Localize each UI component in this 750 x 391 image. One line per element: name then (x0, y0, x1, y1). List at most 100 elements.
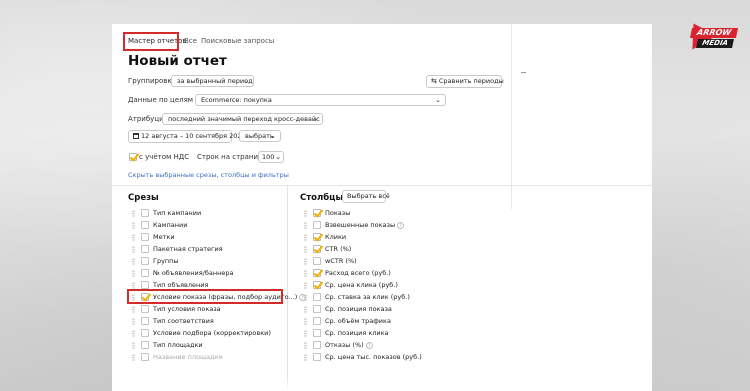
drag-handle-icon[interactable] (132, 282, 135, 289)
column-row[interactable]: Показы (304, 208, 454, 220)
slice-checkbox[interactable] (141, 233, 149, 241)
vat-checkbox[interactable] (129, 153, 137, 161)
column-row[interactable]: Ср. позиция клика (304, 328, 454, 340)
slice-row[interactable]: Тип площадки (132, 340, 282, 352)
drag-handle-icon[interactable] (304, 282, 307, 289)
column-checkbox[interactable] (313, 353, 321, 361)
slice-row[interactable]: Кампании (132, 220, 282, 232)
drag-handle-icon[interactable] (132, 210, 135, 217)
slice-checkbox[interactable] (141, 353, 149, 361)
column-checkbox[interactable] (313, 293, 321, 301)
column-checkbox[interactable] (313, 281, 321, 289)
slice-checkbox[interactable] (141, 257, 149, 265)
column-checkbox[interactable] (313, 209, 321, 217)
drag-handle-icon[interactable] (304, 234, 307, 241)
slice-checkbox[interactable] (141, 305, 149, 313)
tab-highlight-frame (123, 32, 179, 51)
drag-handle-icon[interactable] (304, 222, 307, 229)
drag-handle-icon[interactable] (304, 354, 307, 361)
drag-handle-icon[interactable] (132, 330, 135, 337)
column-divider (287, 186, 288, 391)
compare-icon: ⇆ (431, 77, 437, 85)
drag-handle-icon[interactable] (132, 246, 135, 253)
slice-row[interactable]: Тип соответствия (132, 316, 282, 328)
help-icon[interactable]: ? (397, 222, 405, 229)
slice-checkbox[interactable] (141, 209, 149, 217)
drag-handle-icon[interactable] (304, 342, 307, 349)
bottom-fade (112, 377, 652, 391)
goals-select[interactable]: Ecommerce: покупка ⌄ (195, 94, 446, 106)
column-row[interactable]: Взвешенные показы? (304, 220, 454, 232)
drag-handle-icon[interactable] (132, 234, 135, 241)
column-checkbox[interactable] (313, 329, 321, 337)
column-checkbox[interactable] (313, 257, 321, 265)
column-checkbox[interactable] (313, 341, 321, 349)
hide-selected-link[interactable]: Скрыть выбранные срезы, столбцы и фильтр… (128, 171, 289, 180)
drag-handle-icon[interactable] (304, 246, 307, 253)
drag-handle-icon[interactable] (132, 222, 135, 229)
compare-periods-button[interactable]: ⇆ Сравнить периоды (426, 75, 504, 88)
slice-checkbox[interactable] (141, 281, 149, 289)
column-row[interactable]: CTR (%) (304, 244, 454, 256)
column-checkbox[interactable] (313, 221, 321, 229)
slice-row[interactable]: Тип условия показа (132, 304, 282, 316)
drag-handle-icon[interactable] (304, 330, 307, 337)
drag-handle-icon[interactable] (132, 318, 135, 325)
help-icon[interactable]: ? (365, 342, 373, 349)
column-row[interactable]: Ср. цена тыс. показов (руб.) (304, 352, 454, 364)
slice-checkbox[interactable] (141, 269, 149, 277)
slice-checkbox[interactable] (141, 221, 149, 229)
drag-handle-icon[interactable] (304, 294, 307, 301)
drag-handle-icon[interactable] (132, 258, 135, 265)
slice-row[interactable]: Пакетная стратегия (132, 244, 282, 256)
select-all-button[interactable]: Выбрать всё (342, 190, 390, 203)
slice-checkbox[interactable] (141, 341, 149, 349)
rows-per-page-label: Строк на странице (197, 153, 268, 161)
column-label: Ср. цена клика (руб.) (325, 281, 398, 289)
sidebar-dash (521, 72, 526, 73)
column-checkbox[interactable] (313, 233, 321, 241)
slice-row[interactable]: № объявления/баннера (132, 268, 282, 280)
column-row[interactable]: Ср. ставка за клик (руб.) (304, 292, 454, 304)
column-checkbox[interactable] (313, 269, 321, 277)
column-row[interactable]: Клики (304, 232, 454, 244)
column-checkbox[interactable] (313, 305, 321, 313)
slice-row[interactable]: Метки (132, 232, 282, 244)
slice-checkbox[interactable] (141, 329, 149, 337)
slice-checkbox[interactable] (141, 245, 149, 253)
grouping-select[interactable]: за выбранный период ⌄ (171, 75, 254, 87)
section-divider (112, 185, 652, 186)
attribution-select[interactable]: последний значимый переход кросс-девайс … (162, 113, 323, 125)
column-label: wCTR (%) (325, 257, 357, 265)
column-checkbox[interactable] (313, 317, 321, 325)
drag-handle-icon[interactable] (132, 354, 135, 361)
column-row[interactable]: wCTR (%) (304, 256, 454, 268)
slice-checkbox[interactable] (141, 317, 149, 325)
column-row[interactable]: Ср. позиция показа (304, 304, 454, 316)
column-row[interactable]: Ср. цена клика (руб.) (304, 280, 454, 292)
drag-handle-icon[interactable] (304, 270, 307, 277)
slice-row[interactable]: Группы (132, 256, 282, 268)
column-row[interactable]: Ср. объём трафика (304, 316, 454, 328)
drag-handle-icon[interactable] (132, 270, 135, 277)
column-row[interactable]: Расход всего (руб.) (304, 268, 454, 280)
column-row[interactable]: Отказы (%)? (304, 340, 454, 352)
drag-handle-icon[interactable] (304, 210, 307, 217)
drag-handle-icon[interactable] (304, 258, 307, 265)
slice-row[interactable]: Тип кампании (132, 208, 282, 220)
column-checkbox[interactable] (313, 245, 321, 253)
slice-row[interactable]: Название площадки (132, 352, 282, 364)
page-title: Новый отчет (128, 53, 227, 69)
column-label: Ср. позиция клика (325, 329, 389, 337)
drag-handle-icon[interactable] (132, 306, 135, 313)
drag-handle-icon[interactable] (304, 318, 307, 325)
slice-row[interactable]: Условие подбора (корректировки) (132, 328, 282, 340)
drag-handle-icon[interactable] (132, 342, 135, 349)
rows-per-page-select[interactable]: 100 ⌄ (258, 151, 284, 163)
drag-handle-icon[interactable] (304, 306, 307, 313)
period-choose-select[interactable]: выбрать ⌄ (239, 130, 281, 142)
tab-all[interactable]: Все (184, 37, 197, 46)
slice-label: № объявления/баннера (153, 269, 234, 277)
date-range-button[interactable]: 12 августа – 10 сентября 2023 (128, 130, 246, 143)
tab-search-queries[interactable]: Поисковые запросы (201, 37, 274, 46)
